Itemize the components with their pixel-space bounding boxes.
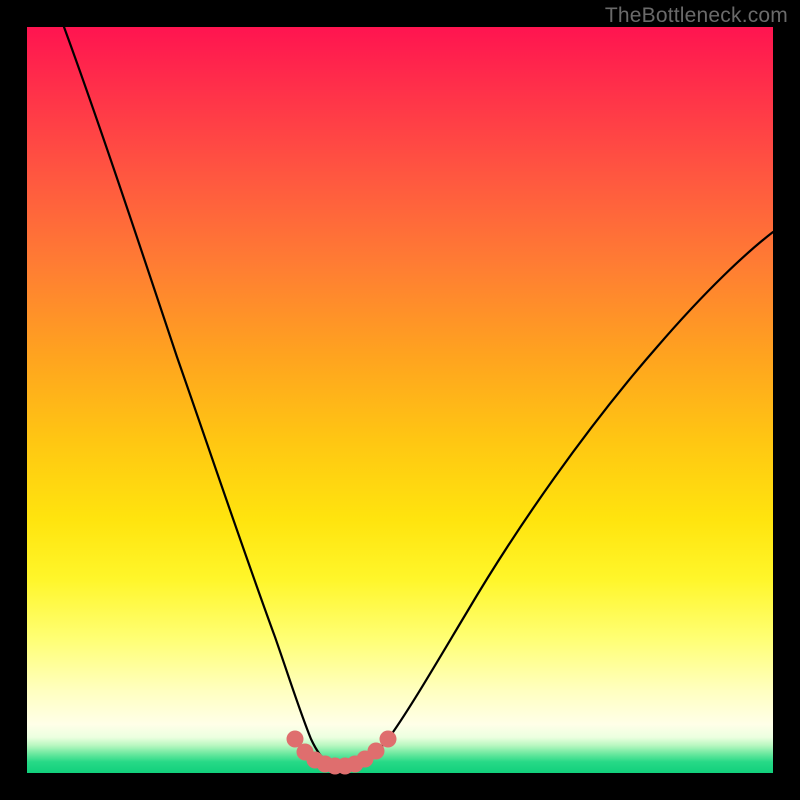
plot-svg [27,27,773,773]
chart-frame: TheBottleneck.com [0,0,800,800]
bottleneck-curve [64,27,773,766]
watermark-text: TheBottleneck.com [605,4,788,28]
bottom-markers [287,731,397,775]
plot-area [27,27,773,773]
